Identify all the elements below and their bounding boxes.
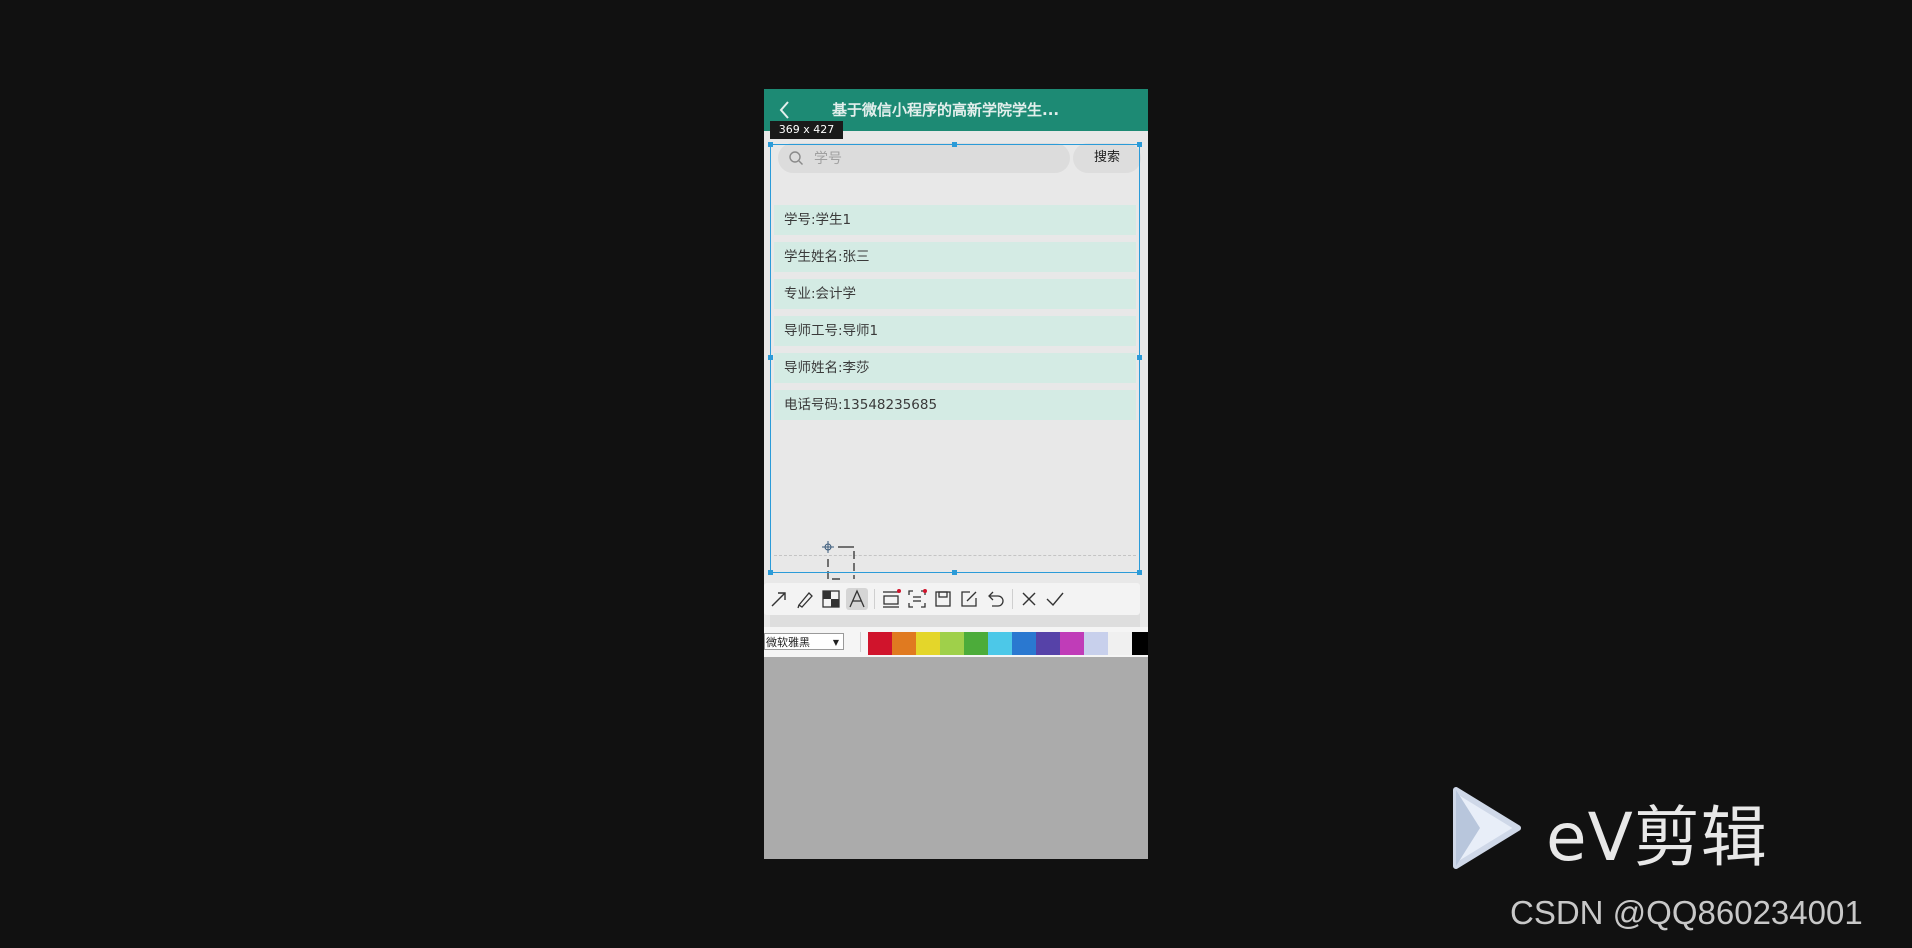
color-swatch[interactable] [916, 632, 940, 655]
info-row-tutor-id: 导师工号:导师1 [774, 316, 1136, 346]
save-icon[interactable] [932, 588, 954, 610]
arrow-icon[interactable] [768, 588, 790, 610]
color-swatch[interactable] [988, 632, 1012, 655]
ev-play-logo-icon [1453, 787, 1521, 869]
capture-toolbar [764, 583, 1140, 615]
resize-handle[interactable] [1137, 570, 1142, 575]
search-bar[interactable] [778, 143, 1070, 173]
resize-handle[interactable] [768, 570, 773, 575]
font-select[interactable]: 微软雅黑 ▼ [764, 633, 844, 650]
phone-screen: 基于微信小程序的高新学院学生... 搜索 学号:学生1 学生姓名:张三 专业:会… [764, 89, 1148, 859]
color-swatch[interactable] [868, 632, 892, 655]
color-swatch[interactable] [1012, 632, 1036, 655]
toolbar-divider [874, 589, 875, 609]
search-button[interactable]: 搜索 [1073, 143, 1141, 173]
resize-handle[interactable] [1137, 142, 1142, 147]
color-swatch[interactable] [964, 632, 988, 655]
back-arrow-icon[interactable] [774, 97, 796, 123]
csdn-credit: CSDN @QQ860234001 [1510, 894, 1863, 931]
font-select-value: 微软雅黑 [766, 636, 810, 649]
edit-icon[interactable] [958, 588, 980, 610]
text-style-bar: 微软雅黑 ▼ [764, 627, 1148, 657]
dropdown-caret-icon: ▼ [832, 638, 839, 647]
info-row-student-name: 学生姓名:张三 [774, 242, 1136, 272]
toolbar-divider [1012, 589, 1013, 609]
student-id-search-input[interactable] [812, 147, 1056, 171]
resize-handle[interactable] [952, 570, 957, 575]
color-swatch[interactable] [1084, 632, 1108, 655]
resize-handle[interactable] [768, 142, 773, 147]
ev-brand-text: eV剪辑 [1546, 799, 1768, 876]
color-swatch[interactable] [1060, 632, 1084, 655]
close-icon[interactable] [1018, 588, 1040, 610]
mosaic-icon[interactable] [820, 588, 842, 610]
color-swatch[interactable] [1036, 632, 1060, 655]
color-swatch[interactable] [892, 632, 916, 655]
color-swatch[interactable] [940, 632, 964, 655]
info-row-student-id: 学号:学生1 [774, 205, 1136, 235]
selection-size-label: 369 x 427 [770, 121, 843, 139]
search-icon [789, 151, 803, 165]
long-capture-icon[interactable] [880, 588, 902, 610]
resize-handle[interactable] [1137, 355, 1142, 360]
divider [860, 632, 861, 652]
pencil-icon[interactable] [794, 588, 816, 610]
info-row-tutor-name: 导师姓名:李莎 [774, 353, 1136, 383]
resize-handle[interactable] [768, 355, 773, 360]
page-title: 基于微信小程序的高新学院学生... [832, 101, 1060, 119]
info-row-major: 专业:会计学 [774, 279, 1136, 309]
ocr-icon[interactable] [906, 588, 928, 610]
undo-icon[interactable] [984, 588, 1006, 610]
color-swatch[interactable] [1108, 632, 1132, 655]
text-icon[interactable] [846, 588, 868, 610]
confirm-icon[interactable] [1044, 588, 1066, 610]
resize-handle[interactable] [952, 142, 957, 147]
color-swatch[interactable] [1132, 632, 1148, 655]
info-row-phone: 电话号码:13548235685 [774, 390, 1136, 420]
